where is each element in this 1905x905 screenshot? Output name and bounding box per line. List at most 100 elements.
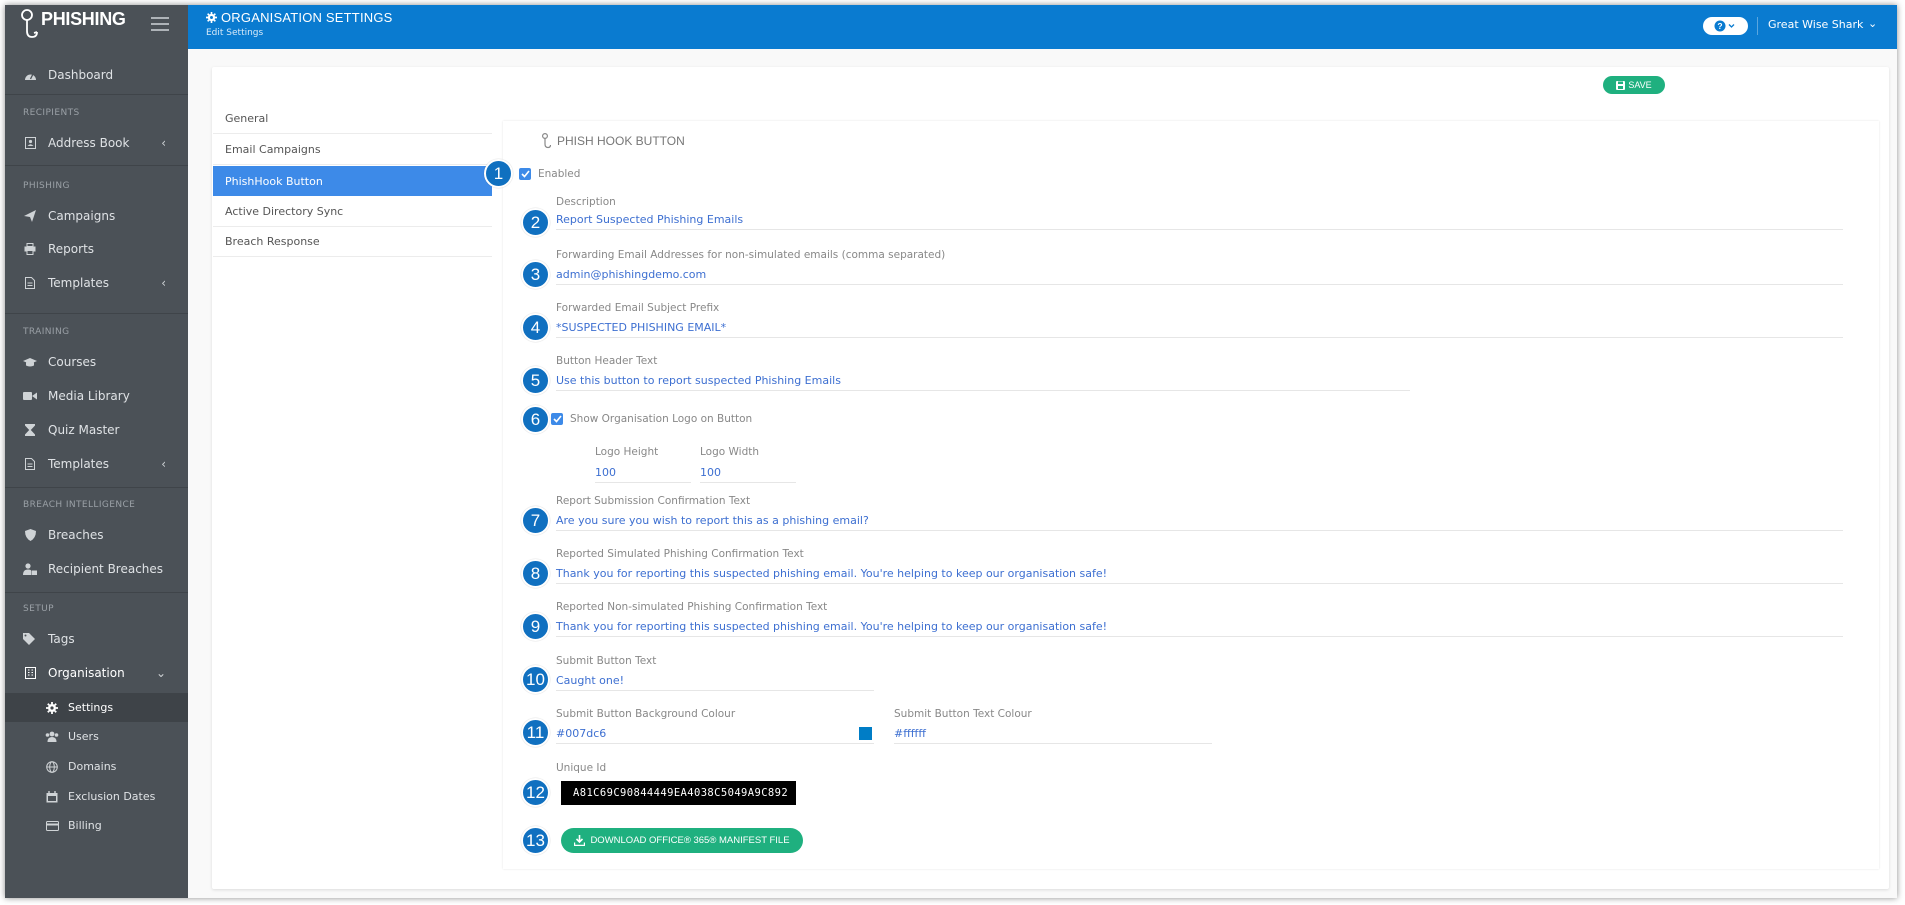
sidebar-subitem-users[interactable]: Users bbox=[5, 722, 188, 751]
download-manifest-button[interactable]: DOWNLOAD OFFICE® 365® MANIFEST FILE bbox=[561, 828, 803, 853]
submit-text-field[interactable]: Caught one! bbox=[556, 673, 874, 691]
sidebar-item-recipient-breaches[interactable]: Recipient Breaches bbox=[5, 554, 188, 584]
sidebar-label: Recipient Breaches bbox=[48, 562, 164, 576]
sidebar-label: Breaches bbox=[48, 528, 104, 542]
question-icon: ? bbox=[1714, 20, 1734, 32]
divider bbox=[5, 165, 188, 166]
sidebar-item-reports[interactable]: Reports bbox=[5, 234, 188, 264]
enabled-checkbox[interactable] bbox=[519, 168, 531, 180]
chevron-down-icon: ⌄ bbox=[155, 666, 166, 680]
hourglass-icon bbox=[23, 423, 37, 437]
sidebar-subitem-domains[interactable]: Domains bbox=[5, 752, 188, 781]
step-marker: 8 bbox=[521, 559, 550, 588]
divider bbox=[5, 94, 188, 95]
sidebar-subitem-settings[interactable]: Settings bbox=[5, 693, 188, 722]
divider bbox=[5, 592, 188, 593]
download-icon bbox=[574, 835, 586, 846]
section-breach-intelligence: BREACH INTELLIGENCE bbox=[23, 500, 136, 510]
hook-icon bbox=[542, 133, 551, 149]
sidebar-item-breaches[interactable]: Breaches bbox=[5, 520, 188, 550]
sidebar-label: Tags bbox=[48, 632, 75, 646]
sidebar-item-media-library[interactable]: Media Library bbox=[5, 381, 188, 411]
sidebar-label: Billing bbox=[68, 819, 102, 832]
section-title-text: PHISH HOOK BUTTON bbox=[557, 134, 685, 148]
sidebar-item-dashboard[interactable]: Dashboard bbox=[5, 60, 188, 90]
page-title-text: ORGANISATION SETTINGS bbox=[221, 10, 393, 25]
step-marker: 1 bbox=[484, 159, 513, 188]
step-marker: 11 bbox=[521, 718, 550, 747]
sidebar-item-courses[interactable]: Courses bbox=[5, 347, 188, 377]
paper-plane-icon bbox=[23, 209, 37, 223]
button-header-label: Button Header Text bbox=[556, 355, 658, 367]
graduation-cap-icon bbox=[23, 355, 37, 369]
printer-icon bbox=[23, 242, 37, 256]
background-colour-field[interactable]: #007dc6 bbox=[556, 726, 874, 744]
subject-prefix-label: Forwarded Email Subject Prefix bbox=[556, 302, 720, 314]
forwarding-email-field[interactable]: admin@phishingdemo.com bbox=[556, 267, 1843, 285]
description-field[interactable]: Report Suspected Phishing Emails bbox=[556, 212, 1843, 230]
non-simulated-confirmation-field[interactable]: Thank you for reporting this suspected p… bbox=[556, 619, 1843, 637]
forwarding-label: Forwarding Email Addresses for non-simul… bbox=[556, 249, 946, 261]
text-colour-label: Submit Button Text Colour bbox=[894, 708, 1032, 720]
step-marker: 5 bbox=[521, 366, 550, 395]
download-label: DOWNLOAD OFFICE® 365® MANIFEST FILE bbox=[590, 835, 790, 846]
background-colour-swatch[interactable] bbox=[859, 727, 872, 740]
gear-icon bbox=[45, 701, 59, 715]
subject-prefix-field[interactable]: *SUSPECTED PHISHING EMAIL* bbox=[556, 320, 1843, 338]
video-camera-icon bbox=[23, 389, 37, 403]
sidebar-item-campaigns[interactable]: Campaigns bbox=[5, 201, 188, 231]
sidebar: PHISHING Dashboard RECIPIENTS Address Bo… bbox=[5, 5, 188, 898]
tab-breach-response[interactable]: Breach Response bbox=[213, 227, 492, 257]
sidebar-item-organisation[interactable]: Organisation ⌄ bbox=[5, 658, 188, 688]
show-logo-checkbox[interactable] bbox=[551, 413, 563, 425]
logo-height-field[interactable]: 100 bbox=[595, 465, 691, 483]
report-confirmation-field[interactable]: Are you sure you wish to report this as … bbox=[556, 513, 1843, 531]
sidebar-label: Settings bbox=[68, 701, 114, 714]
submit-text-label: Submit Button Text bbox=[556, 655, 657, 667]
file-icon bbox=[23, 276, 37, 290]
help-button[interactable]: ? bbox=[1703, 17, 1748, 35]
simulated-confirmation-field[interactable]: Thank you for reporting this suspected p… bbox=[556, 566, 1843, 584]
sidebar-label: Users bbox=[68, 730, 99, 743]
divider bbox=[5, 313, 188, 314]
logo-width-field[interactable]: 100 bbox=[700, 465, 796, 483]
logo-text: PHISHING bbox=[41, 9, 126, 29]
sidebar-item-quiz-master[interactable]: Quiz Master bbox=[5, 415, 188, 445]
page-title: ORGANISATION SETTINGS bbox=[206, 10, 393, 25]
sidebar-label: Quiz Master bbox=[48, 423, 120, 437]
menu-toggle-icon[interactable] bbox=[151, 17, 169, 31]
globe-icon bbox=[45, 760, 59, 774]
svg-text:?: ? bbox=[1717, 21, 1722, 31]
shield-icon bbox=[23, 528, 37, 542]
text-colour-field[interactable]: #ffffff bbox=[894, 726, 1212, 744]
logo-height-label: Logo Height bbox=[595, 446, 659, 458]
button-header-field[interactable]: Use this button to report suspected Phis… bbox=[556, 373, 1410, 391]
sidebar-item-templates-phishing[interactable]: Templates ‹ bbox=[5, 268, 188, 298]
chevron-left-icon: ‹ bbox=[161, 276, 166, 290]
background-colour-label: Submit Button Background Colour bbox=[556, 708, 736, 720]
sidebar-label: Dashboard bbox=[48, 68, 114, 82]
sidebar-item-templates-training[interactable]: Templates ‹ bbox=[5, 449, 188, 479]
sidebar-subitem-billing[interactable]: Billing bbox=[5, 811, 188, 840]
users-icon bbox=[45, 730, 59, 744]
tab-phishhook-button[interactable]: PhishHook Button bbox=[213, 166, 492, 196]
logo[interactable]: PHISHING bbox=[19, 9, 126, 39]
tab-general[interactable]: General bbox=[213, 104, 492, 134]
chevron-down-icon[interactable]: ⌄ bbox=[1868, 17, 1877, 30]
tags-icon bbox=[23, 632, 37, 646]
dashboard-icon bbox=[23, 68, 37, 82]
file-icon bbox=[23, 457, 37, 471]
save-button[interactable]: SAVE bbox=[1603, 76, 1665, 94]
section-title: PHISH HOOK BUTTON bbox=[541, 133, 685, 149]
sidebar-item-address-book[interactable]: Address Book ‹ bbox=[5, 128, 188, 158]
sidebar-item-tags[interactable]: Tags bbox=[5, 624, 188, 654]
floppy-disk-icon bbox=[1616, 80, 1626, 90]
tab-active-directory-sync[interactable]: Active Directory Sync bbox=[213, 197, 492, 227]
sidebar-subitem-exclusion-dates[interactable]: Exclusion Dates bbox=[5, 782, 188, 811]
user-menu[interactable]: Great Wise Shark bbox=[1768, 18, 1863, 31]
description-label: Description bbox=[556, 196, 616, 208]
gear-icon bbox=[206, 12, 217, 23]
tab-email-campaigns[interactable]: Email Campaigns bbox=[213, 135, 492, 165]
checkmark-icon bbox=[520, 170, 530, 178]
breadcrumb: Edit Settings bbox=[206, 28, 264, 38]
